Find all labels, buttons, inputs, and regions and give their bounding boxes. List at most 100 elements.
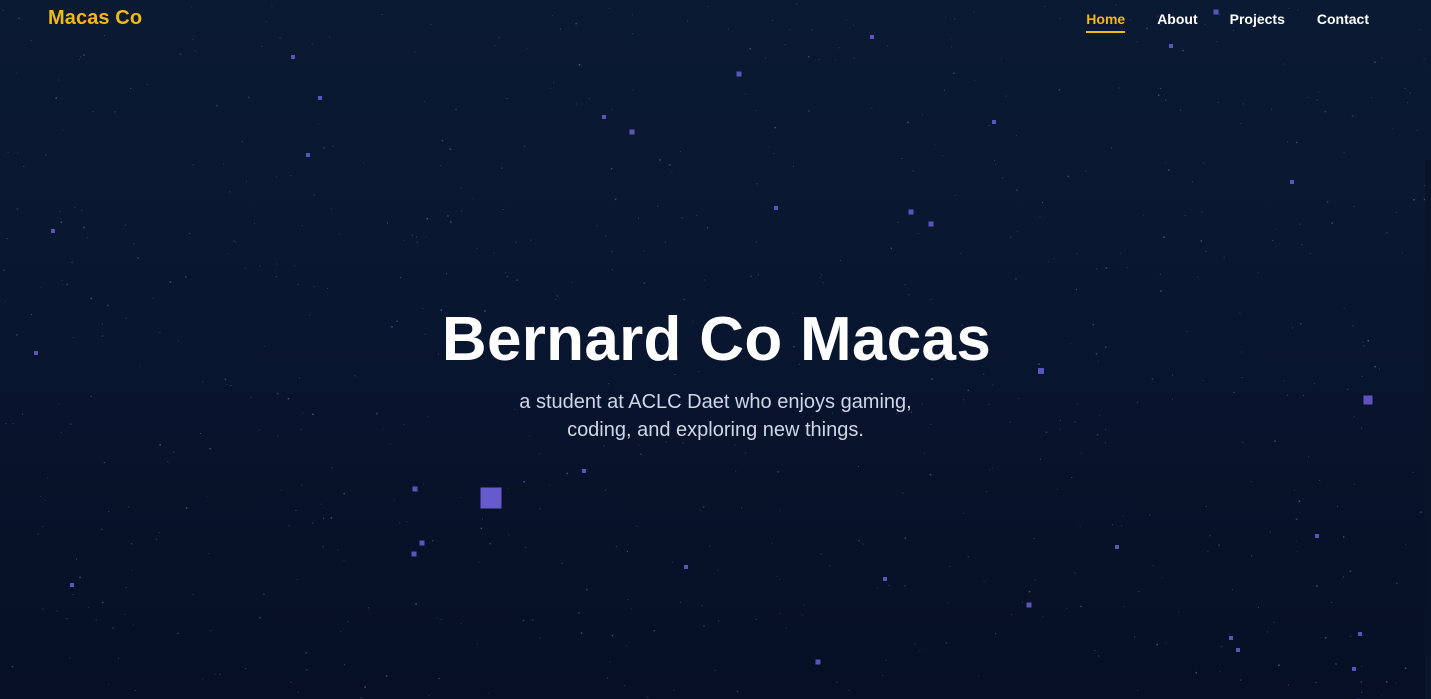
star-dot [821, 274, 822, 276]
nav-about-link[interactable]: About [1157, 11, 1197, 31]
star-dot [1220, 645, 1223, 648]
star-dot [561, 562, 563, 564]
star-dot [179, 53, 182, 55]
star-dot [1098, 655, 1100, 657]
star-dot [1296, 141, 1298, 144]
star-dot [400, 277, 402, 279]
star-dot [792, 165, 794, 167]
star-dot [566, 472, 568, 475]
star-dot [679, 601, 681, 603]
star-dot [1161, 577, 1163, 579]
star-dot [885, 659, 887, 661]
star-dot [1126, 267, 1128, 268]
star-dot [1192, 181, 1193, 183]
star-dot [1342, 536, 1345, 538]
star-dot [90, 297, 92, 300]
star-dot [1396, 582, 1398, 585]
star-dot [1228, 633, 1230, 635]
star-dot [331, 467, 333, 469]
star-dot [571, 281, 573, 283]
star-dot [953, 72, 955, 74]
star-dot [210, 630, 212, 632]
brand-logo[interactable]: Macas Co [48, 7, 142, 30]
star-dot [108, 683, 109, 685]
star-dot [1404, 87, 1406, 89]
star-dot [626, 551, 628, 552]
star-dot [553, 82, 555, 84]
star-dot [779, 578, 781, 580]
star-dot [907, 121, 909, 124]
star-dot [1009, 236, 1012, 239]
star-dot [1200, 240, 1202, 242]
star-dot [480, 527, 483, 530]
particle-square [318, 96, 322, 100]
star-dot [146, 84, 148, 86]
star-dot [771, 542, 773, 544]
star-dot [1205, 250, 1207, 252]
nav-home-link[interactable]: Home [1086, 11, 1125, 33]
star-dot [45, 154, 47, 156]
star-dot [461, 210, 463, 212]
star-dot [1258, 606, 1259, 608]
star-dot [1152, 565, 1154, 567]
star-dot [1274, 621, 1276, 623]
star-dot [1391, 127, 1393, 129]
star-dot [995, 632, 997, 634]
star-dot [668, 164, 671, 166]
star-dot [1309, 253, 1311, 254]
star-dot [74, 206, 76, 208]
particle-square [1169, 44, 1173, 48]
star-dot [945, 642, 948, 644]
star-dot [505, 272, 507, 274]
star-dot [1159, 87, 1161, 89]
star-dot [1074, 572, 1076, 574]
star-dot [768, 146, 770, 148]
star-dot [1395, 212, 1397, 213]
star-dot [604, 489, 606, 491]
star-dot [209, 448, 211, 450]
star-dot [37, 533, 39, 535]
star-dot [1076, 253, 1078, 255]
star-dot [524, 547, 526, 549]
star-dot [323, 147, 325, 149]
star-dot [156, 538, 158, 540]
star-dot [1412, 471, 1414, 473]
star-dot [1094, 650, 1096, 651]
star-dot [323, 518, 324, 520]
star-dot [912, 170, 914, 172]
star-dot [60, 221, 62, 223]
star-dot [784, 44, 786, 46]
star-dot [1076, 288, 1077, 290]
star-dot [16, 208, 19, 210]
star-dot [1202, 162, 1204, 164]
star-dot [216, 104, 218, 107]
star-dot [173, 451, 175, 453]
star-dot [188, 232, 190, 234]
star-dot [756, 183, 758, 185]
star-dot [502, 209, 504, 210]
star-dot [1335, 663, 1337, 665]
star-dot [904, 537, 907, 539]
particle-square [928, 221, 934, 227]
star-dot [673, 689, 675, 691]
star-dot [988, 125, 990, 126]
star-dot [1134, 636, 1136, 638]
star-dot [1374, 61, 1376, 63]
star-dot [755, 110, 757, 111]
star-dot [679, 151, 681, 152]
particle-square [1229, 636, 1233, 640]
particle-square [1236, 648, 1240, 652]
star-dot [803, 604, 805, 606]
star-dot [83, 226, 85, 229]
particle-square [412, 486, 418, 492]
star-dot [636, 525, 638, 527]
star-dot [1195, 671, 1197, 674]
nav-contact-link[interactable]: Contact [1317, 11, 1369, 31]
particle-square [883, 577, 887, 581]
nav-projects-link[interactable]: Projects [1230, 11, 1285, 31]
star-dot [1350, 635, 1352, 637]
star-dot [1067, 175, 1070, 178]
star-dot [1250, 481, 1252, 483]
star-dot [702, 506, 705, 508]
star-dot [1105, 267, 1108, 269]
